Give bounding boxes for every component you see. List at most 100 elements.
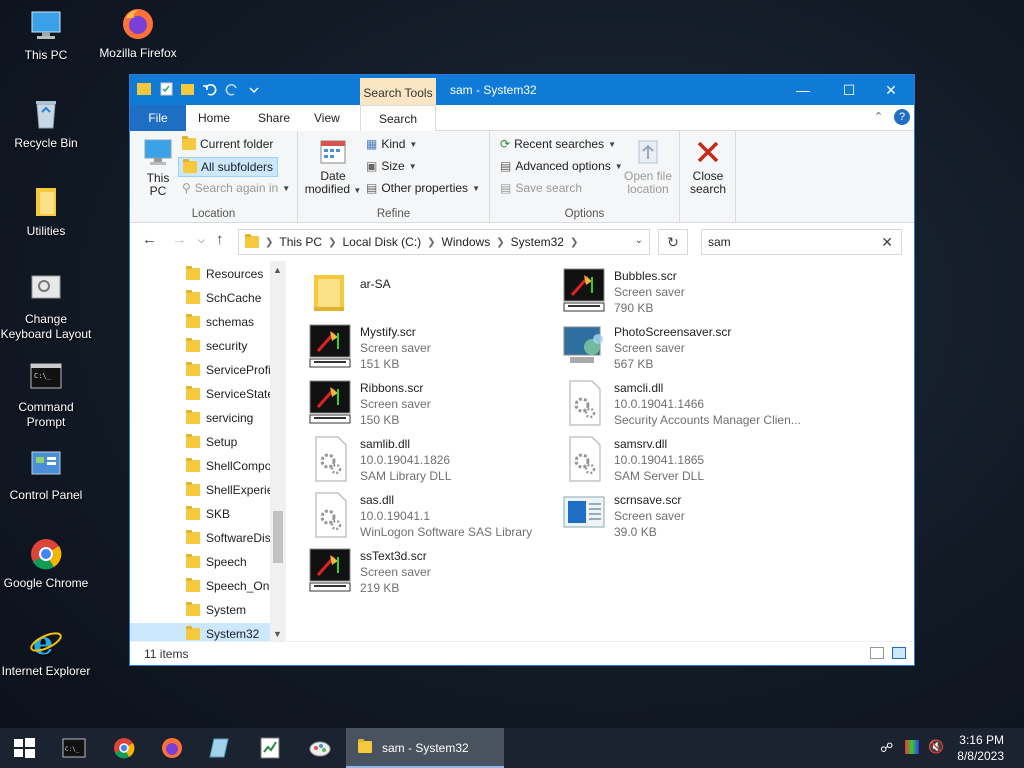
scrollbar-thumb[interactable]	[273, 511, 283, 563]
chevron-down-icon[interactable]	[246, 81, 262, 97]
redo-icon[interactable]	[224, 81, 240, 97]
nav-item-setup[interactable]: Setup	[186, 431, 270, 453]
file-item[interactable]: scrnsave.scr Screen saver 39.0 KB	[554, 489, 804, 541]
tab-search[interactable]: Search	[360, 105, 436, 131]
color-settings-icon[interactable]	[905, 740, 919, 754]
clear-search-icon[interactable]: ✕	[881, 230, 893, 254]
network-icon[interactable]: ☍	[880, 740, 893, 756]
windows-start-icon[interactable]	[12, 736, 36, 760]
file-item[interactable]: Bubbles.scr Screen saver 790 KB	[554, 265, 804, 317]
collapse-ribbon-icon[interactable]: ⌃	[874, 110, 883, 123]
desktop-icon-this-pc[interactable]: This PC	[0, 8, 92, 63]
breadcrumb-windows[interactable]: Windows	[442, 235, 491, 249]
properties-icon[interactable]	[158, 81, 174, 97]
tab-view[interactable]: View	[302, 105, 360, 131]
save-search-button[interactable]: ▤ Save search	[500, 181, 582, 195]
large-icons-view-icon[interactable]	[892, 647, 906, 659]
tab-home[interactable]: Home	[186, 105, 246, 131]
nav-item-shellcompo[interactable]: ShellCompo	[186, 455, 270, 477]
close-search-button[interactable]: Close search	[684, 137, 732, 196]
close-button[interactable]: ✕	[868, 75, 914, 105]
volume-muted-icon[interactable]: 🔇	[928, 739, 944, 755]
refresh-button[interactable]: ↻	[658, 229, 688, 255]
file-item[interactable]: samsrv.dll 10.0.19041.1865 SAM Server DLL	[554, 433, 804, 485]
nav-item-serviceprofi[interactable]: ServiceProfi	[186, 359, 270, 381]
desktop-icon-utilities[interactable]: Utilities	[0, 184, 92, 239]
desktop-icon-control-panel[interactable]: Control Panel	[0, 448, 92, 503]
recent-searches-button[interactable]: ⟳ Recent searches ▼	[500, 137, 616, 151]
file-item[interactable]: sas.dll 10.0.19041.1 WinLogon Software SAS…	[300, 489, 550, 541]
firefox-icon[interactable]	[160, 736, 184, 760]
advanced-options-button[interactable]: ▤ Advanced options ▼	[500, 159, 623, 173]
file-item[interactable]: samcli.dll 10.0.19041.1466 Security Accoun…	[554, 377, 804, 429]
address-dropdown-icon[interactable]: ⌄	[635, 235, 643, 246]
nav-item-resources[interactable]: Resources	[186, 263, 270, 285]
taskbar-item-explorer[interactable]: sam - System32	[346, 728, 504, 768]
nav-item-schemas[interactable]: schemas	[186, 311, 270, 333]
kind-button[interactable]: ▦ Kind ▼	[366, 137, 417, 151]
nav-item-speech[interactable]: Speech	[186, 551, 270, 573]
nav-item-shellexperie[interactable]: ShellExperie	[186, 479, 270, 501]
scroll-up-icon[interactable]: ▲	[273, 265, 282, 275]
desktop-icon-google-chrome[interactable]: Google Chrome	[0, 536, 92, 591]
minimize-button[interactable]: —	[780, 75, 826, 105]
other-properties-button[interactable]: ▤ Other properties ▼	[366, 181, 480, 195]
current-folder-button[interactable]: Current folder	[182, 136, 273, 151]
command-prompt-icon[interactable]: C:\_	[62, 736, 86, 760]
desktop-icon-change-keyboard-layout[interactable]: Change Keyboard Layout	[0, 272, 92, 342]
desktop-icon-recycle-bin[interactable]: Recycle Bin	[0, 96, 92, 151]
system-clock[interactable]: 3:16 PM 8/8/2023	[957, 732, 1004, 764]
details-view-icon[interactable]	[870, 647, 884, 659]
maximize-button[interactable]: ☐	[826, 75, 872, 105]
search-input[interactable]: sam ✕	[701, 229, 902, 255]
breadcrumb-system32[interactable]: System32	[511, 235, 564, 249]
notepad-icon[interactable]	[208, 736, 232, 760]
nav-item-system32[interactable]: System32	[130, 623, 270, 643]
nav-item-softwaredis[interactable]: SoftwareDis	[186, 527, 270, 549]
title-bar[interactable]: Search Tools sam - System32 — ☐ ✕	[130, 75, 914, 105]
nav-item-servicing[interactable]: servicing	[186, 407, 270, 429]
new-folder-icon[interactable]	[180, 81, 196, 97]
file-item[interactable]: ssText3d.scr Screen saver 219 KB	[300, 545, 550, 597]
navigation-pane[interactable]: Resources SchCache schemas security ServiceP…	[130, 261, 286, 643]
nav-item-system[interactable]: System	[186, 599, 270, 621]
nav-item-skb[interactable]: SKB	[186, 503, 270, 525]
nav-item-servicestate[interactable]: ServiceState	[186, 383, 270, 405]
help-icon[interactable]: ?	[894, 109, 910, 125]
file-item[interactable]: Ribbons.scr Screen saver 150 KB	[300, 377, 550, 429]
paint-icon[interactable]	[308, 736, 332, 760]
open-file-location-button[interactable]: Open file location	[620, 137, 676, 196]
desktop-icon-command-prompt[interactable]: C:\_ Command Prompt	[0, 360, 92, 430]
desktop-icon-label: This PC	[24, 48, 68, 62]
file-item[interactable]: Mystify.scr Screen saver 151 KB	[300, 321, 550, 373]
dll-gear-icon	[562, 435, 606, 483]
all-subfolders-button[interactable]: All subfolders	[178, 157, 279, 177]
nav-item-schcache[interactable]: SchCache	[186, 287, 270, 309]
undo-icon[interactable]	[202, 81, 218, 97]
address-bar[interactable]: ❯ This PC ❯ Local Disk (C:) ❯ Windows ❯ …	[238, 229, 650, 255]
chrome-icon[interactable]	[112, 736, 136, 760]
desktop-icon-internet-explorer[interactable]: e Internet Explorer	[0, 624, 92, 679]
size-button[interactable]: ▣ Size ▼	[366, 159, 417, 173]
breadcrumb-this-pc[interactable]: This PC	[279, 235, 322, 249]
file-item[interactable]: PhotoScreensaver.scr Screen saver 567 KB	[554, 321, 804, 373]
chart-app-icon[interactable]	[258, 736, 282, 760]
recent-locations-button[interactable]: ⌵	[198, 235, 205, 246]
search-again-in-button[interactable]: ⚲ Search again in ▼	[182, 181, 290, 195]
scroll-down-icon[interactable]: ▼	[273, 629, 282, 639]
this-pc-button[interactable]: This PC	[138, 137, 178, 198]
file-item[interactable]: samlib.dll 10.0.19041.1826 SAM Library DLL	[300, 433, 550, 485]
back-button[interactable]: ←	[142, 231, 157, 248]
desktop-icon-firefox[interactable]: Mozilla Firefox	[92, 6, 184, 61]
tab-share[interactable]: Share	[246, 105, 302, 131]
navigation-scrollbar[interactable]: ▲ ▼	[270, 261, 286, 643]
forward-button[interactable]: →	[172, 231, 187, 248]
nav-item-security[interactable]: security	[186, 335, 270, 357]
breadcrumb-local-disk[interactable]: Local Disk (C:)	[342, 235, 421, 249]
file-name: Ribbons.scr	[360, 381, 424, 395]
file-item[interactable]: ar-SA	[300, 265, 550, 317]
nav-item-speech-one[interactable]: Speech_One	[186, 575, 270, 597]
folder-icon	[186, 410, 200, 424]
date-modified-button[interactable]: Date modified ▼	[302, 137, 364, 197]
up-button[interactable]: ↑	[216, 231, 224, 248]
